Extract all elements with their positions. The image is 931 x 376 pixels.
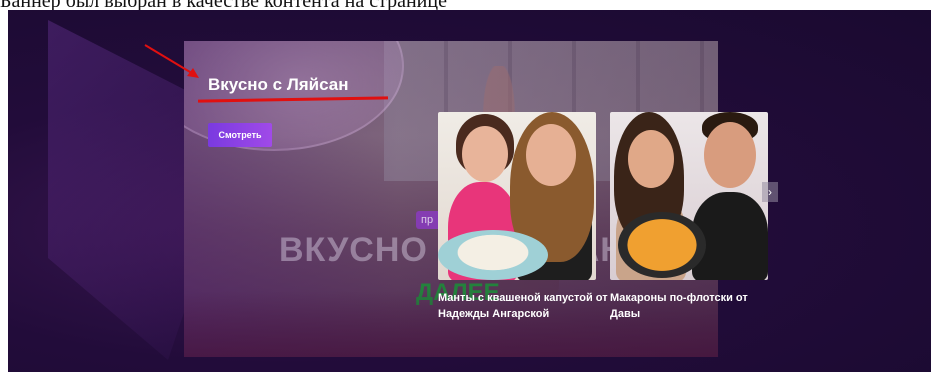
person-right-face xyxy=(526,124,576,186)
content-card[interactable]: Манты с квашеной капустой от Надежды Анг… xyxy=(438,112,608,330)
plate-dumplings xyxy=(438,230,548,280)
content-card[interactable]: Макароны по-флотски от Давы xyxy=(610,112,768,330)
card-title[interactable]: Манты с квашеной капустой от Надежды Анг… xyxy=(438,290,608,322)
person-right-face xyxy=(704,122,756,188)
streaming-page: пр ВКУСНО С ЛЯЙСАН ДАЛЕЕ Вкусно с Ляйсан… xyxy=(8,10,931,372)
carousel-next-icon[interactable]: › xyxy=(762,182,778,202)
watch-button[interactable]: Смотреть xyxy=(208,123,272,147)
annotation-arrow-icon xyxy=(144,44,199,78)
card-title[interactable]: Макароны по-флотски от Давы xyxy=(610,290,780,322)
card-thumbnail[interactable] xyxy=(438,112,596,280)
person-left-face xyxy=(628,130,674,188)
card-thumbnail[interactable] xyxy=(610,112,768,280)
banner-title: Вкусно с Ляйсан xyxy=(208,75,349,94)
plate-pasta xyxy=(618,212,706,278)
person-left-face xyxy=(462,126,508,182)
